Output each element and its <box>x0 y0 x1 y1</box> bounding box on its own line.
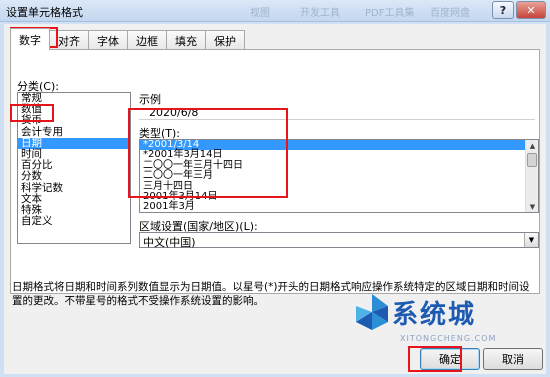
category-item-currency[interactable]: 货币 <box>18 115 130 126</box>
type-item[interactable]: 2001年3月 <box>140 201 538 212</box>
category-item-fraction[interactable]: 分数 <box>18 171 130 182</box>
sample-box: 2020/6/8 <box>139 105 535 120</box>
type-item[interactable]: 二〇〇一年三月 <box>140 170 538 181</box>
watermark-logo-icon <box>356 294 388 330</box>
scroll-thumb[interactable] <box>527 153 537 167</box>
watermark: 系统城 XITONGCHENG.COM <box>352 290 542 348</box>
ribbon-tab-baidu: 百度网盘 <box>430 8 470 19</box>
watermark-text: 系统城 <box>392 300 477 330</box>
tab-alignment[interactable]: 对齐 <box>49 30 89 50</box>
title-bar: 设置单元格格式 视图 开发工具 PDF工具集 百度网盘 ? ✕ <box>0 0 550 22</box>
help-button[interactable]: ? <box>492 1 514 19</box>
locale-select[interactable]: 中文(中国) ▼ <box>139 232 539 249</box>
type-item[interactable]: 2001年3月14日 <box>140 191 538 202</box>
tab-fill[interactable]: 填充 <box>166 30 206 50</box>
ribbon-tab-view: 视图 <box>250 8 270 19</box>
ok-button[interactable]: 确定 <box>420 348 480 370</box>
scroll-down-icon[interactable]: ▼ <box>526 201 538 212</box>
ribbon-tab-pdf: PDF工具集 <box>365 8 415 19</box>
ribbon-tab-developer: 开发工具 <box>300 8 340 19</box>
category-item-scientific[interactable]: 科学记数 <box>18 182 130 194</box>
sample-value: 2020/6/8 <box>149 106 199 119</box>
tab-border[interactable]: 边框 <box>127 30 167 50</box>
category-list[interactable]: 常规 数值 货币 会计专用 日期 时间 百分比 分数 科学记数 文本 特殊 自定… <box>17 92 131 244</box>
dialog-title: 设置单元格格式 <box>6 6 83 19</box>
close-button[interactable]: ✕ <box>516 1 546 19</box>
category-item-custom[interactable]: 自定义 <box>18 215 130 227</box>
scroll-up-icon[interactable]: ▲ <box>526 140 538 151</box>
tab-strip: 数字 对齐 字体 边框 填充 保护 <box>10 28 245 50</box>
type-list-scrollbar[interactable]: ▲ ▼ <box>525 140 538 212</box>
tab-protection[interactable]: 保护 <box>205 30 245 50</box>
tab-font[interactable]: 字体 <box>88 30 128 50</box>
locale-value: 中文(中国) <box>143 236 196 249</box>
watermark-subtext: XITONGCHENG.COM <box>400 334 497 343</box>
chevron-down-icon[interactable]: ▼ <box>524 233 538 247</box>
cancel-button[interactable]: 取消 <box>483 348 543 370</box>
number-tab-panel: 分类(C): 常规 数值 货币 会计专用 日期 时间 百分比 分数 科学记数 文… <box>10 49 540 294</box>
tab-number[interactable]: 数字 <box>10 28 50 50</box>
type-list[interactable]: *2001/3/14 *2001年3月14日 二〇〇一年三月十四日 二〇〇一年三… <box>139 139 539 213</box>
